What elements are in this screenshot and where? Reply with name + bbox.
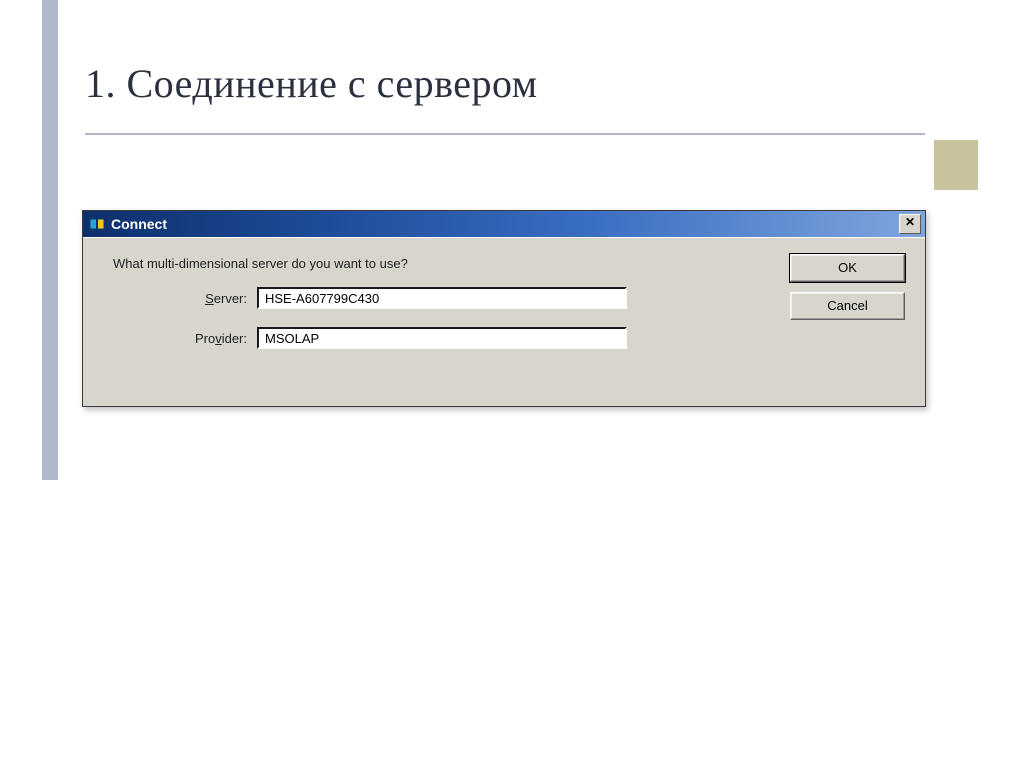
provider-row: Provider: (113, 327, 905, 349)
server-label-accelerator: S (205, 291, 214, 306)
dialog-prompt: What multi-dimensional server do you wan… (113, 256, 905, 271)
server-label: Server: (113, 291, 257, 306)
dialog-button-column: OK Cancel (790, 254, 905, 330)
provider-label-post: ider: (222, 331, 247, 346)
slide-title: 1. Соединение с сервером (85, 60, 538, 107)
connect-dialog: Connect ✕ What multi-dimensional server … (82, 210, 926, 407)
slide-title-underline (85, 133, 925, 135)
server-label-post: erver: (214, 291, 247, 306)
provider-label-pre: Pro (195, 331, 215, 346)
slide-accent-left (42, 0, 58, 480)
dialog-titlebar[interactable]: Connect ✕ (83, 211, 925, 237)
app-icon (89, 216, 105, 232)
provider-input[interactable] (257, 327, 627, 349)
close-icon[interactable]: ✕ (899, 214, 921, 234)
dialog-title-text: Connect (111, 216, 167, 232)
server-input[interactable] (257, 287, 627, 309)
cancel-button[interactable]: Cancel (790, 292, 905, 320)
dialog-body: What multi-dimensional server do you wan… (83, 237, 925, 406)
presentation-slide: 1. Соединение с сервером Connect ✕ What … (0, 0, 1024, 768)
slide-accent-right (934, 140, 978, 190)
provider-label: Provider: (113, 331, 257, 346)
ok-button[interactable]: OK (790, 254, 905, 282)
server-row: Server: (113, 287, 905, 309)
